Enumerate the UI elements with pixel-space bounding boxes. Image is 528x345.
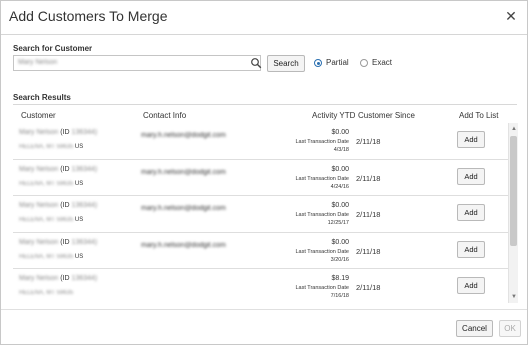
customer-name: Mary Nelson (ID 136344): [19, 238, 98, 246]
activity-ytd: $0.00: [331, 238, 349, 246]
col-contact: Contact Info: [143, 111, 187, 120]
contact-email: mary.h.nelson@dodgit.com: [141, 168, 226, 176]
last-transaction-date: 7/16/18: [330, 293, 349, 299]
add-button[interactable]: Add: [457, 167, 485, 185]
col-since: Customer Since: [358, 111, 415, 120]
add-button[interactable]: Add: [457, 277, 485, 294]
results-divider: [13, 104, 517, 105]
table-row: Mary Nelson (ID 136344) HELENA, MT 59635…: [13, 196, 508, 233]
search-button[interactable]: Search: [267, 55, 305, 72]
customer-since: 2/11/18: [356, 137, 381, 146]
contact-email: mary.h.nelson@dodgit.com: [141, 205, 226, 212]
add-button[interactable]: Add: [457, 240, 485, 258]
results-scrollbar[interactable]: ▲ ▼: [508, 123, 518, 303]
col-activity: Activity YTD: [312, 111, 356, 120]
radio-exact-label: Exact: [372, 58, 393, 67]
add-button[interactable]: Add: [457, 204, 485, 221]
table-row: Mary Nelson (ID 136344) HELENA, MT 59635…: [13, 160, 508, 196]
customer-name: Mary Nelson (ID 136344): [19, 129, 98, 136]
scroll-down-icon[interactable]: ▼: [510, 293, 518, 301]
customer-name: Mary Nelson (ID 136344): [19, 165, 98, 173]
scroll-up-icon[interactable]: ▲: [510, 125, 518, 133]
radio-exact-indicator[interactable]: [360, 59, 368, 67]
activity-ytd: $0.00: [331, 129, 349, 136]
last-transaction-label: Last Transaction Date: [295, 175, 349, 182]
col-customer: Customer: [21, 111, 56, 120]
customer-name: Mary Nelson (ID 136344): [19, 275, 98, 282]
customer-name: Mary Nelson (ID 136344): [19, 202, 98, 209]
activity-ytd: $0.00: [331, 202, 349, 209]
dialog-title: Add Customers To Merge: [9, 8, 168, 24]
customer-address: HELENA, MT 59635 US: [19, 144, 84, 150]
close-icon[interactable]: ✕: [503, 8, 519, 24]
search-label: Search for Customer: [13, 44, 93, 53]
customer-address: HELENA, MT 59635: [19, 290, 74, 296]
results-list: Mary Nelson (ID 136344) HELENA, MT 59635…: [13, 123, 508, 303]
scrollbar-thumb[interactable]: [510, 136, 517, 246]
dialog-titlebar: Add Customers To Merge ✕: [1, 1, 527, 35]
last-transaction-label: Last Transaction Date: [295, 212, 349, 218]
cancel-button[interactable]: Cancel: [456, 320, 493, 337]
customer-since: 2/11/18: [356, 173, 381, 183]
customer-since: 2/11/18: [356, 210, 381, 219]
activity-ytd: $0.00: [331, 165, 349, 173]
contact-email: mary.h.nelson@dodgit.com: [141, 132, 226, 139]
last-transaction-date: 3/20/16: [330, 256, 349, 263]
customer-address: HELENA, MT 59635 US: [19, 217, 84, 223]
search-icon[interactable]: [250, 57, 262, 69]
customer-since: 2/11/18: [356, 283, 381, 292]
search-input-value: Mary Nelson: [18, 59, 58, 66]
customer-address: HELENA, MT 59635 US: [19, 180, 84, 187]
activity-ytd: $8.19: [331, 275, 349, 282]
table-row: Mary Nelson (ID 136344) HELENA, MT 59635…: [13, 123, 508, 160]
last-transaction-date: 4/3/18: [333, 147, 349, 153]
last-transaction-label: Last Transaction Date: [295, 248, 349, 255]
customer-since: 2/11/18: [356, 246, 381, 256]
table-row: Mary Nelson (ID 136344) HELENA, MT 59635…: [13, 233, 508, 269]
search-input[interactable]: Mary Nelson: [13, 55, 261, 71]
last-transaction-date: 4/24/16: [330, 183, 349, 190]
radio-partial-indicator[interactable]: [314, 59, 322, 67]
last-transaction-date: 12/25/17: [327, 220, 349, 226]
last-transaction-label: Last Transaction Date: [295, 139, 349, 145]
contact-email: mary.h.nelson@dodgit.com: [141, 241, 226, 249]
add-button[interactable]: Add: [457, 131, 485, 148]
customer-address: HELENA, MT 59635 US: [19, 253, 84, 260]
footer-divider: [1, 309, 527, 310]
radio-partial-label: Partial: [326, 58, 349, 67]
results-label: Search Results: [13, 93, 71, 102]
table-row: Mary Nelson (ID 136344) HELENA, MT 59635…: [13, 269, 508, 303]
ok-button[interactable]: OK: [499, 320, 521, 337]
add-customers-dialog: Add Customers To Merge ✕ Search for Cust…: [0, 0, 528, 345]
last-transaction-label: Last Transaction Date: [295, 285, 349, 291]
col-add: Add To List: [459, 111, 499, 120]
